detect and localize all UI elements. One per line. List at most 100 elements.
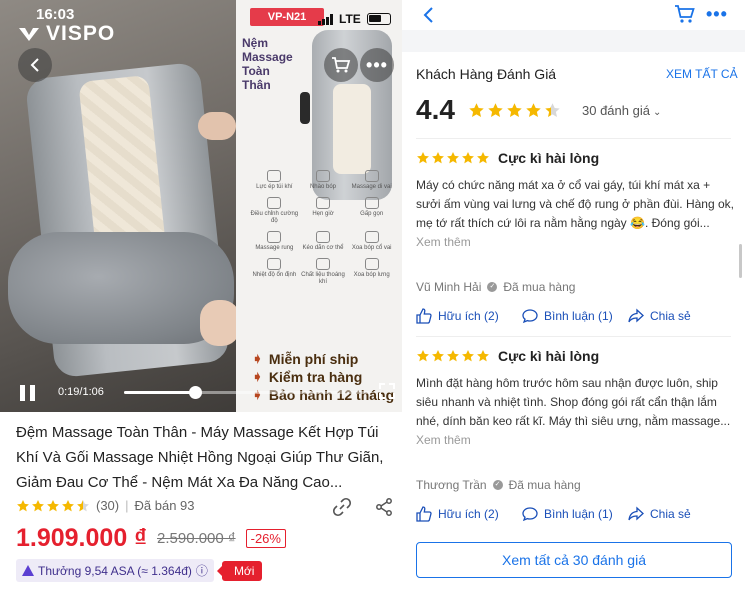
video-controls: 0:19/1:06: [0, 372, 402, 412]
product-media[interactable]: VP-N21 Nệm Massage Toàn Thân Lực ép túi …: [0, 0, 402, 412]
status-time: 16:03: [36, 6, 75, 23]
rating-count: (30): [96, 498, 120, 513]
star-icon: [32, 499, 44, 511]
feature-grid: Lực ép túi khí Nhào bóp Massage di vai Đ…: [250, 170, 396, 286]
product-rating-stars: [16, 499, 90, 513]
heat-icon: Nhiệt độ ổn định: [250, 258, 299, 286]
status-indicators: LTE: [318, 12, 391, 26]
model-badge: VP-N21: [250, 8, 324, 26]
comment-button[interactable]: Bình luận (1): [522, 308, 628, 324]
share-arrow-icon: [628, 506, 644, 521]
star-icon: [507, 103, 522, 117]
share-button[interactable]: Chia sẻ: [628, 506, 734, 522]
review-actions: Hữu ích (2) Bình luận (1) Chia sẻ: [416, 308, 734, 324]
progress-knob[interactable]: [189, 386, 203, 399]
star-icon: [77, 499, 89, 511]
fabric-icon: Chất liệu thoáng khí: [299, 258, 348, 286]
helpful-button[interactable]: Hữu ích (2): [416, 506, 522, 522]
current-price: 1.909.000 ₫: [16, 524, 147, 552]
reviews-card: Khách Hàng Đánh Giá XEM TẤT CẢ 4.4 30 đá…: [402, 52, 745, 600]
signal-icon: [318, 13, 333, 25]
cart-button[interactable]: [324, 48, 358, 82]
original-price: 2.590.000 ₫: [157, 530, 236, 547]
scrollbar[interactable]: [739, 244, 742, 278]
star-icon: [447, 350, 459, 362]
thumbs-up-icon: [416, 308, 432, 324]
airbag-icon: Lực ép túi khí: [250, 170, 299, 191]
battery-icon: [366, 13, 391, 25]
discount-badge: -26%: [245, 529, 286, 548]
reviewer-info: Vũ Minh Hải ✓ Đã mua hàng: [416, 280, 734, 294]
video-time: 0:19/1:06: [58, 386, 104, 398]
product-rating-row[interactable]: (30) | Đã bán 93: [16, 498, 195, 513]
chevron-left-icon: [30, 58, 39, 72]
reviewer-name: Vũ Minh Hải: [416, 280, 482, 294]
review-count-dropdown[interactable]: 30 đánh giá ⌄: [582, 103, 661, 118]
helpful-button[interactable]: Hữu ích (2): [416, 308, 522, 324]
star-icon: [545, 103, 560, 117]
reward-badge[interactable]: Thưởng 9,54 ASA (≈ 1.364đ) ⓘ: [16, 559, 214, 582]
comment-icon: [522, 309, 538, 324]
arrow-icon: ➧: [252, 351, 263, 366]
link-icon[interactable]: [332, 497, 352, 517]
star-icon: [432, 350, 444, 362]
verified-check-icon: ✓: [487, 282, 498, 292]
cart-icon[interactable]: [674, 3, 696, 25]
more-options-button[interactable]: •••: [706, 4, 728, 25]
thumbs-up-icon: [416, 506, 432, 522]
reward-row[interactable]: Thưởng 9,54 ASA (≈ 1.364đ) ⓘ Mới: [16, 559, 263, 582]
review-item: Cực kì hài lòng Mình đặt hàng hôm trước …: [416, 348, 734, 450]
ad-title: Nệm Massage Toàn Thân: [242, 36, 293, 92]
review-title: Cực kì hài lòng: [498, 348, 600, 364]
knead-icon: Nhào bóp: [299, 170, 348, 191]
star-icon: [462, 152, 474, 164]
asa-icon: [22, 565, 34, 576]
intensity-icon: Điều chỉnh cường độ: [250, 197, 299, 225]
more-options-button[interactable]: •••: [360, 48, 394, 82]
neck-icon: Xoa bóp cổ vai: [347, 231, 396, 252]
see-more-link[interactable]: Xem thêm: [416, 433, 471, 447]
vibration-icon: Massage rung: [250, 231, 299, 252]
chevron-down-icon: ⌄: [652, 107, 662, 118]
back-button[interactable]: [18, 48, 52, 82]
pause-button[interactable]: [20, 385, 36, 401]
share-icon[interactable]: [374, 497, 394, 517]
star-icon: [432, 152, 444, 164]
see-all-reviews-link[interactable]: XEM TẤT CẢ: [666, 67, 738, 81]
review-item: Cực kì hài lòng Máy có chức năng mát xa …: [416, 150, 734, 252]
share-arrow-icon: [628, 308, 644, 323]
back-button[interactable]: [422, 4, 434, 30]
reviewer-info: Thương Trần ✓ Đã mua hàng: [416, 478, 734, 492]
reviews-panel: ••• Khách Hàng Đánh Giá XEM TẤT CẢ 4.4 3…: [402, 0, 745, 600]
divider: [416, 138, 731, 139]
reviews-section-title: Khách Hàng Đánh Giá: [416, 66, 557, 82]
see-more-link[interactable]: Xem thêm: [416, 235, 471, 249]
review-body: Mình đặt hàng hôm trước hôm sau nhận đượ…: [416, 376, 731, 447]
product-actions: [332, 497, 394, 517]
divider: [416, 336, 731, 337]
reviewer-name: Thương Trần: [416, 478, 487, 492]
star-icon: [477, 350, 489, 362]
fold-icon: Gấp gọn: [347, 197, 396, 225]
stretch-icon: Kéo dãn cơ thể: [299, 231, 348, 252]
price-row: 1.909.000 ₫ 2.590.000 ₫ -26%: [16, 524, 286, 553]
video-progress-bar[interactable]: [124, 386, 370, 399]
star-icon: [417, 350, 429, 362]
share-button[interactable]: Chia sẻ: [628, 308, 734, 324]
product-title: Đệm Massage Toàn Thân - Máy Massage Kết …: [16, 424, 384, 491]
star-icon: [488, 103, 503, 117]
fullscreen-icon[interactable]: [378, 382, 396, 400]
star-icon: [417, 152, 429, 164]
star-icon: [47, 499, 59, 511]
more-icon: •••: [366, 54, 388, 75]
network-label: LTE: [339, 12, 361, 26]
star-icon: [462, 350, 474, 362]
comment-icon: [522, 507, 538, 522]
top-nav-bar: •••: [402, 0, 745, 30]
comment-button[interactable]: Bình luận (1): [522, 506, 628, 522]
see-all-reviews-button[interactable]: Xem tất cả 30 đánh giá: [416, 542, 732, 578]
star-icon: [469, 103, 484, 117]
star-icon: [526, 103, 541, 117]
star-icon: [62, 499, 74, 511]
cart-icon: [332, 57, 351, 73]
